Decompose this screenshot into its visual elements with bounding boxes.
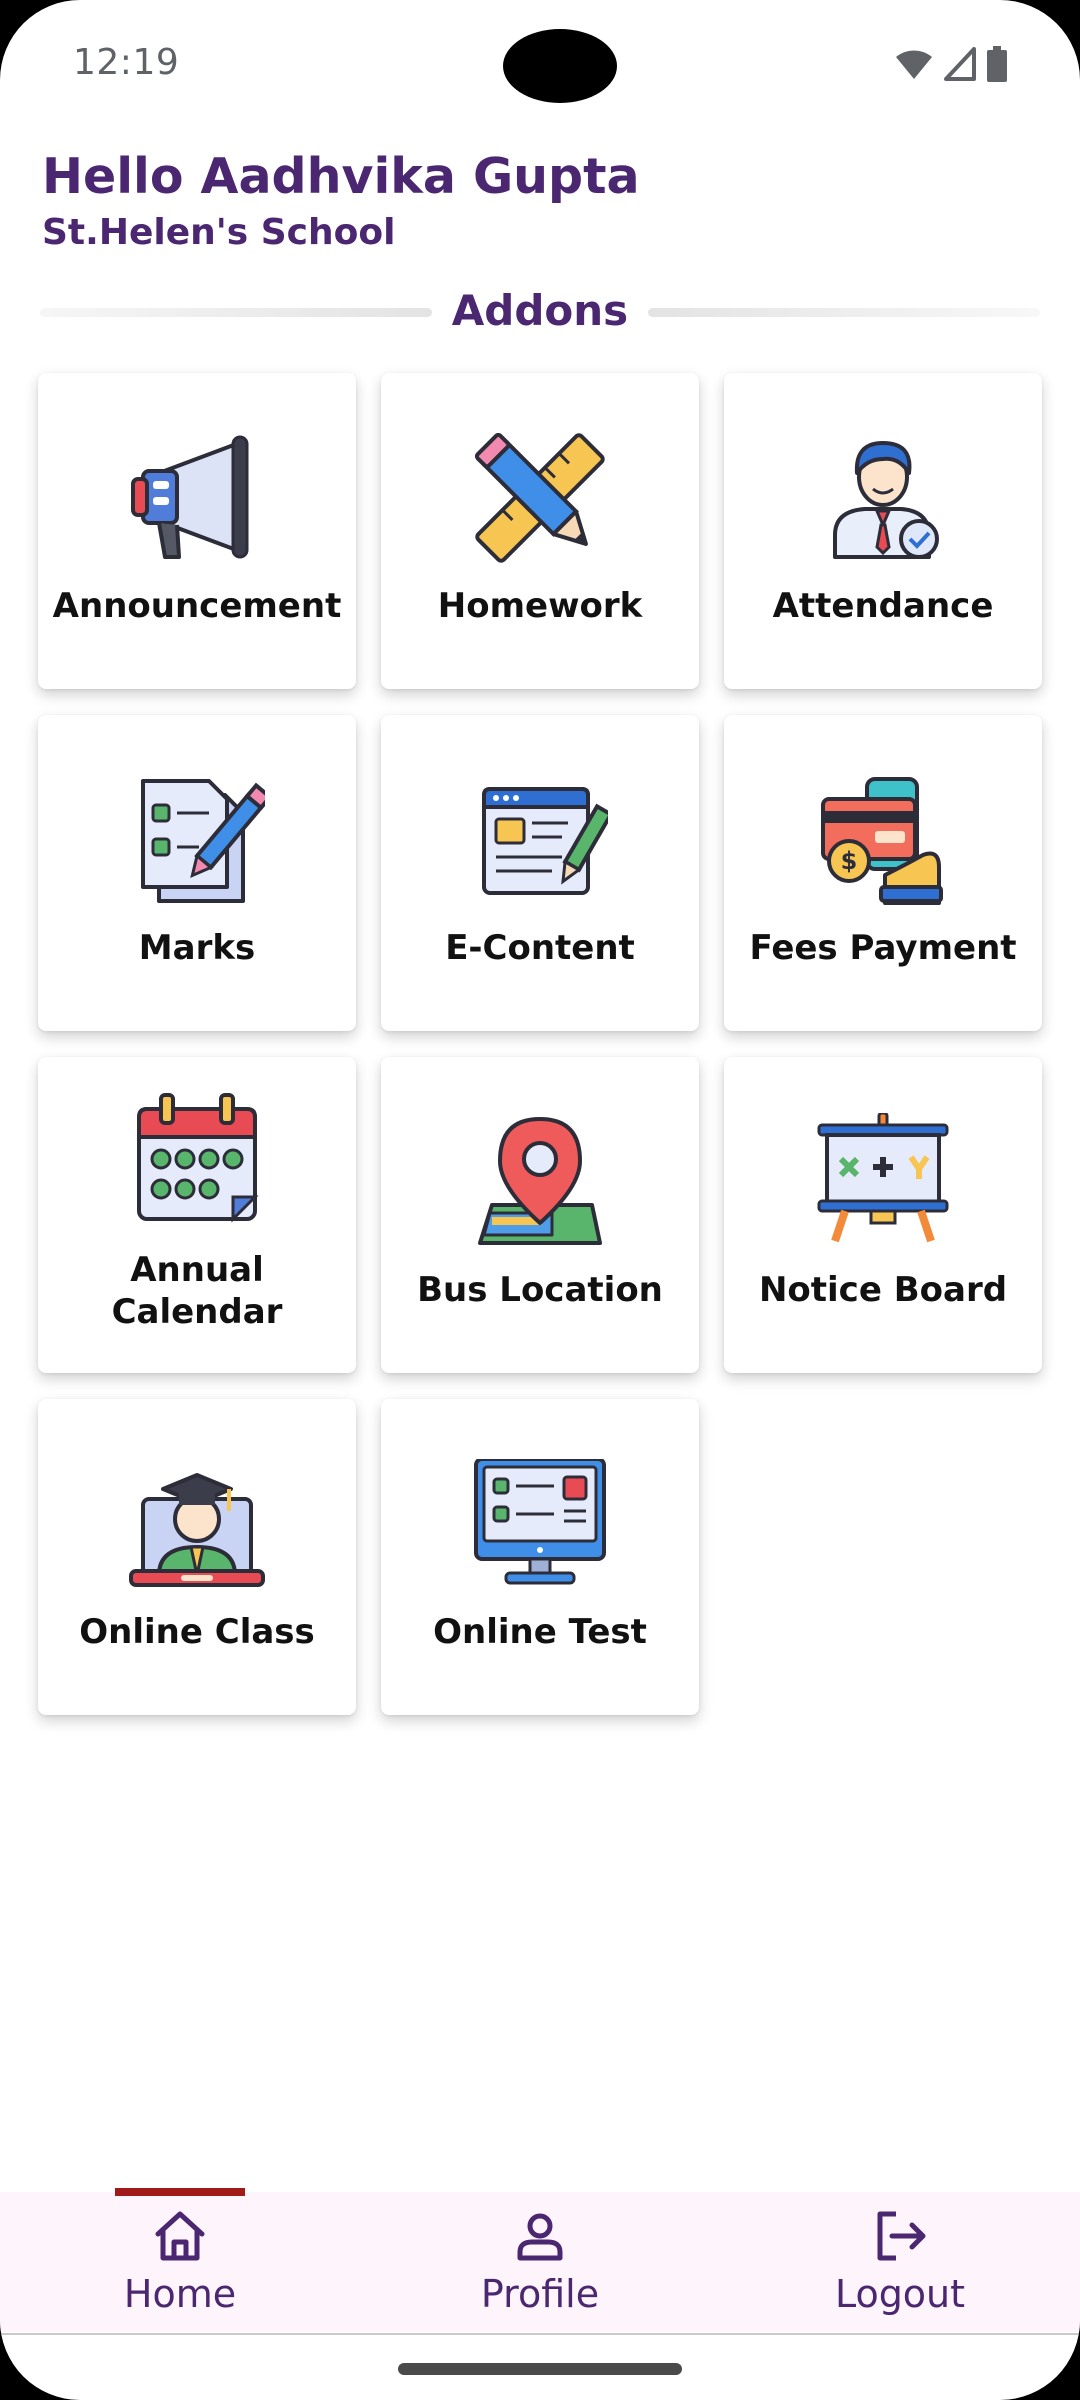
gesture-home-bar[interactable] [398, 2363, 682, 2375]
nav-item-profile[interactable]: Profile [440, 2192, 640, 2332]
tile-notice-board[interactable]: Notice Board [724, 1057, 1042, 1373]
calendar-icon [137, 1093, 259, 1223]
tile-label: Online Test [433, 1612, 647, 1652]
tile-online-class[interactable]: Online Class [38, 1399, 356, 1715]
student-check-icon [833, 441, 939, 559]
school-name: St.Helen's School [42, 212, 396, 253]
camera-cutout [503, 29, 617, 103]
wifi-icon [896, 50, 932, 79]
tile-announcement[interactable]: Announcement [38, 373, 356, 689]
tile-marks[interactable]: Marks [38, 715, 356, 1031]
nav-item-logout[interactable]: Logout [800, 2192, 1000, 2332]
home-icon [155, 2211, 205, 2261]
svg-text:$: $ [841, 847, 858, 875]
tile-label: Homework [437, 586, 643, 626]
section-divider-left [40, 308, 432, 317]
signal-icon [944, 47, 976, 81]
app-screen: 12:19 Hello Aadhvika Gupta St.Helen's Sc… [0, 0, 1080, 2400]
tile-fees-payment[interactable]: $ Fees Payment [724, 715, 1042, 1031]
tile-homework[interactable]: Homework [381, 373, 699, 689]
tile-label: Announcement [52, 586, 342, 626]
tile-label: Attendance [772, 586, 994, 626]
battery-icon [987, 46, 1007, 82]
nav-label-logout: Logout [834, 2272, 966, 2316]
document-pen-icon [482, 787, 608, 895]
nav-label-profile: Profile [480, 2272, 600, 2316]
tile-label: Annual Calendar [44, 1249, 350, 1333]
tile-e-content[interactable]: E-Content [381, 715, 699, 1031]
status-icons [894, 46, 1008, 82]
section-title: Addons [451, 286, 629, 335]
megaphone-icon [131, 435, 249, 559]
tile-label: Bus Location [417, 1270, 663, 1310]
tile-label: Marks [138, 928, 256, 968]
tile-label: Notice Board [758, 1270, 1008, 1310]
status-bar: 12:19 [0, 0, 1080, 130]
tile-label-line-1: Annual [130, 1250, 264, 1290]
section-header: Addons [40, 282, 1040, 342]
graduate-screen-icon [129, 1473, 265, 1587]
report-card-icon [141, 779, 265, 903]
tile-label: Online Class [79, 1612, 315, 1652]
tile-label: Fees Payment [749, 928, 1017, 968]
monitor-test-icon [474, 1459, 606, 1585]
greeting-title: Hello Aadhvika Gupta [42, 148, 640, 205]
logout-icon [877, 2211, 926, 2261]
card-payment-icon: $ [821, 777, 943, 905]
tile-attendance[interactable]: Attendance [724, 373, 1042, 689]
nav-item-home[interactable]: Home [80, 2192, 280, 2332]
tile-label-line-2: Calendar [111, 1292, 283, 1332]
tile-bus-location[interactable]: Bus Location [381, 1057, 699, 1373]
tile-online-test[interactable]: Online Test [381, 1399, 699, 1715]
status-time: 12:19 [73, 42, 180, 83]
nav-divider [0, 2333, 1080, 2335]
whiteboard-icon [817, 1113, 949, 1243]
section-divider-right [648, 308, 1040, 317]
user-icon [517, 2213, 563, 2261]
tile-label: E-Content [445, 928, 635, 968]
pencil-ruler-icon [474, 433, 605, 563]
tile-annual-calendar[interactable]: Annual Calendar [38, 1057, 356, 1373]
nav-label-home: Home [123, 2272, 237, 2316]
map-pin-icon [478, 1117, 602, 1245]
addons-grid: Announcement Homework Attendance Marks E… [38, 373, 1042, 1715]
